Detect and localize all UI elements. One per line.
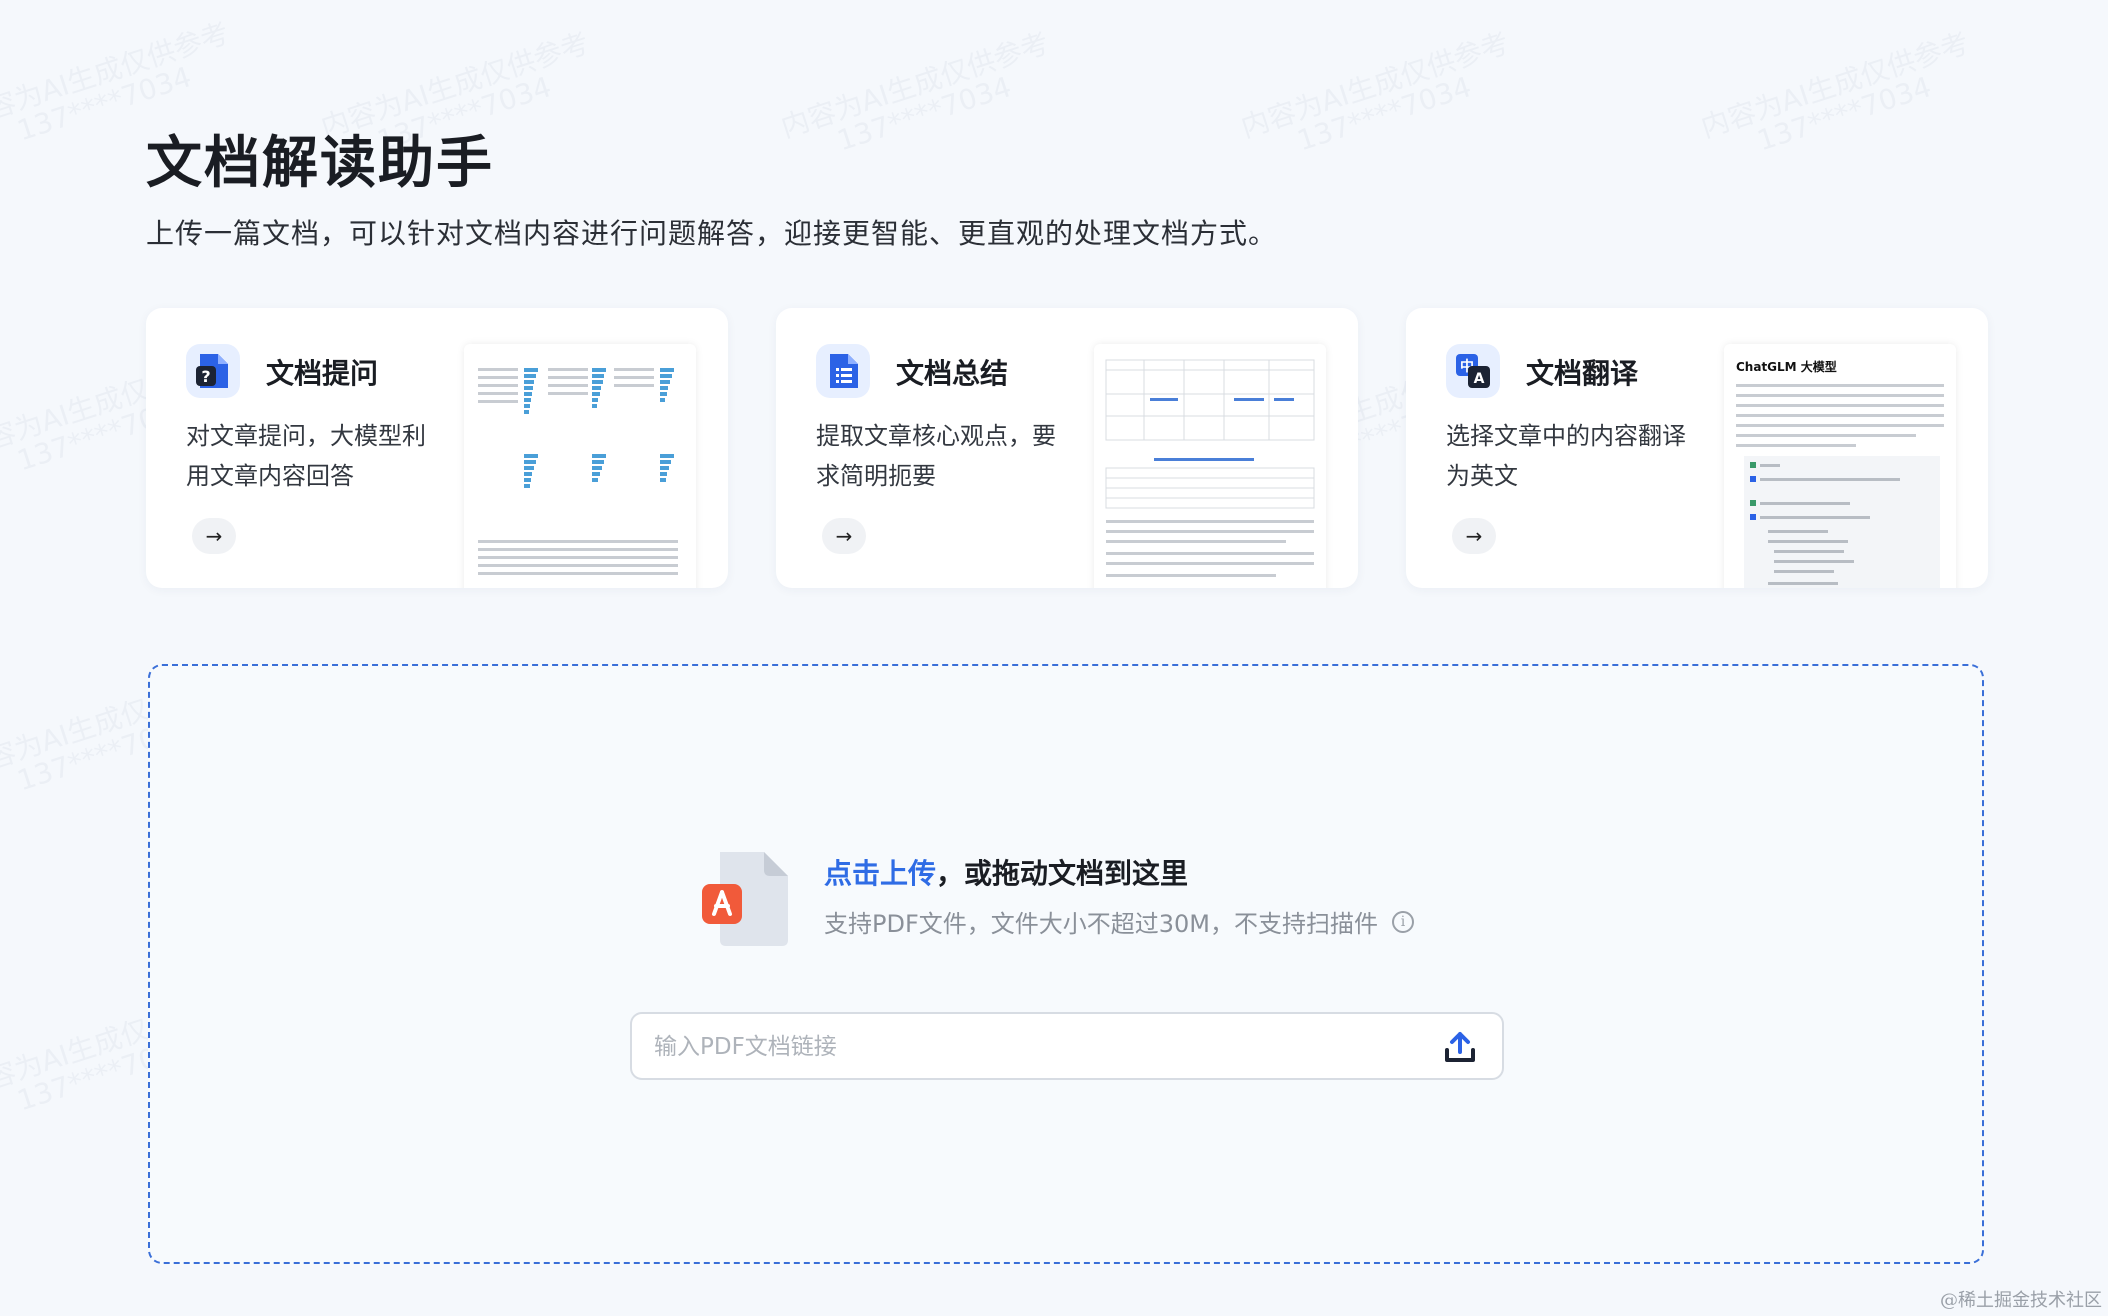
arrow-right-icon[interactable]: → xyxy=(822,518,866,554)
arrow-right-icon[interactable]: → xyxy=(192,518,236,554)
preview-heading: ChatGLM 大模型 xyxy=(1736,360,1837,374)
translate-icon: 中 A xyxy=(1446,344,1500,398)
document-list-icon xyxy=(816,344,870,398)
card-description: 对文章提问，大模型利用文章内容回答 xyxy=(186,422,426,490)
upload-hint-text: 支持PDF文件，文件大小不超过30M，不支持扫描件 xyxy=(824,910,1379,938)
card-document-question[interactable]: ? 文档提问 对文章提问，大模型利用文章内容回答 → xyxy=(146,308,728,588)
card-document-translate[interactable]: 中 A 文档翻译 选择文章中的内容翻译为英文 → ChatGLM 大模型 xyxy=(1406,308,1988,588)
card-title: 文档总结 xyxy=(896,357,1009,390)
info-icon[interactable]: i xyxy=(1392,910,1415,933)
watermark: 内容为AI生成仅供参考137****7034 xyxy=(1236,26,1513,158)
document-preview-thumbnail xyxy=(1094,344,1326,588)
card-description: 选择文章中的内容翻译为英文 xyxy=(1446,422,1686,490)
arrow-right-icon[interactable]: → xyxy=(1452,518,1496,554)
watermark: 内容为AI生成仅供参考137****7034 xyxy=(776,26,1053,158)
svg-text:?: ? xyxy=(201,367,210,386)
footer-watermark: @稀土掘金技术社区 xyxy=(1940,1290,2102,1311)
card-description: 提取文章核心观点，要求简明扼要 xyxy=(816,422,1056,490)
card-title: 文档提问 xyxy=(266,357,379,390)
page-title: 文档解读助手 xyxy=(146,131,494,196)
upload-instruction: 点击上传，或拖动文档到这里 xyxy=(824,852,1188,892)
page-subtitle: 上传一篇文档，可以针对文档内容进行问题解答，迎接更智能、更直观的处理文档方式。 xyxy=(146,217,1278,250)
upload-dropzone[interactable]: 点击上传，或拖动文档到这里 支持PDF文件，文件大小不超过30M，不支持扫描件 … xyxy=(148,664,1984,1264)
click-upload-link[interactable]: 点击上传 xyxy=(824,857,936,890)
pdf-file-icon xyxy=(702,852,788,950)
card-title: 文档翻译 xyxy=(1526,357,1639,390)
document-question-icon: ? xyxy=(186,344,240,398)
svg-text:A: A xyxy=(1474,371,1485,387)
upload-arrow-icon[interactable] xyxy=(1444,1030,1476,1064)
document-preview-thumbnail xyxy=(464,344,696,588)
document-preview-thumbnail: ChatGLM 大模型 xyxy=(1724,344,1956,588)
pdf-url-input[interactable] xyxy=(652,1026,1416,1068)
watermark: 内容为AI生成仅供参考137****7034 xyxy=(1696,26,1973,158)
pdf-url-field xyxy=(630,1012,1504,1080)
card-document-summary[interactable]: 文档总结 提取文章核心观点，要求简明扼要 → xyxy=(776,308,1358,588)
upload-hint: 支持PDF文件，文件大小不超过30M，不支持扫描件 i xyxy=(824,904,1415,939)
drag-drop-text: ，或拖动文档到这里 xyxy=(936,857,1189,890)
